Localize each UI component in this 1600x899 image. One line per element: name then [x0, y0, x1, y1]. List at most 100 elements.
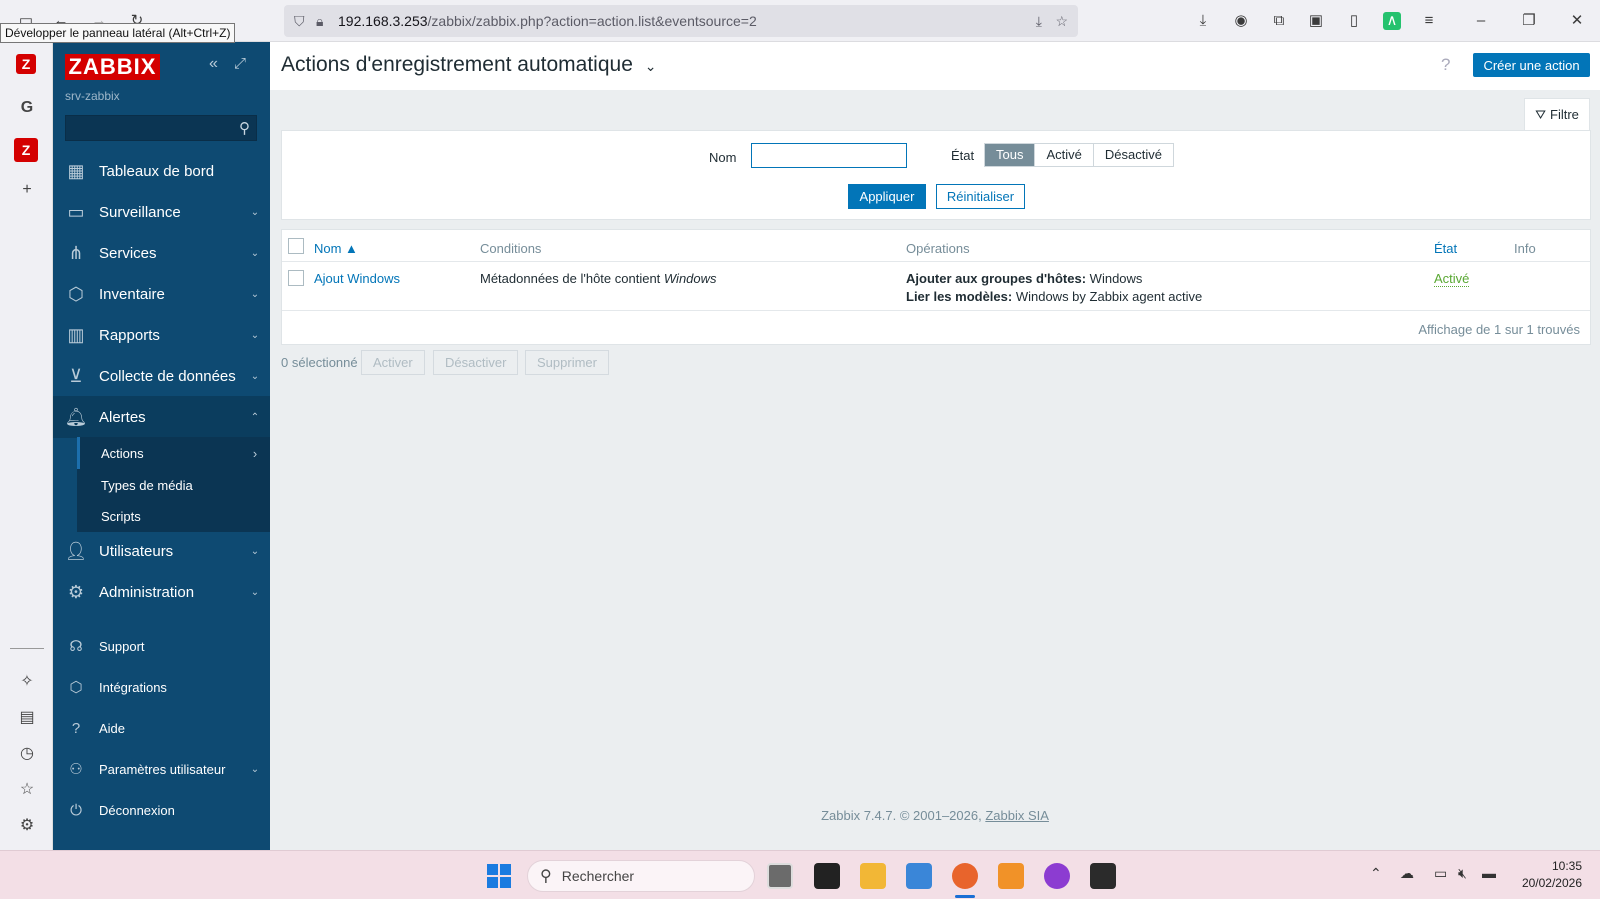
system-clock[interactable]: 10:35 20/02/2026 — [1522, 858, 1582, 892]
nav-integrations[interactable]: ⬡ Intégrations — [53, 667, 270, 707]
help-icon[interactable]: ? — [1441, 55, 1450, 75]
downloads-icon[interactable]: ⤓ — [1194, 12, 1212, 30]
reset-button[interactable]: Réinitialiser — [936, 184, 1025, 209]
bookmarks-icon[interactable]: ☆ — [15, 778, 39, 802]
account-icon[interactable]: ◉ — [1232, 12, 1250, 30]
search-input[interactable]: ⚲ — [65, 115, 257, 141]
dashboard-icon: ▦ — [67, 160, 85, 181]
taskbar-search[interactable]: ⚲ Rechercher — [527, 860, 755, 892]
zabbix-logo[interactable]: ZABBIX — [65, 54, 160, 80]
delete-button[interactable]: Supprimer — [525, 350, 609, 375]
search-icon[interactable]: ⚲ — [239, 119, 250, 137]
address-bar[interactable]: ⛉ 🔒︎ 192.168.3.253 /zabbix/zabbix.php?ac… — [284, 5, 1078, 37]
powershell-icon[interactable] — [1090, 863, 1116, 889]
disable-button[interactable]: Désactiver — [433, 350, 519, 375]
taskbar: ⚲ Rechercher ⌃ ☁ ▭ 🔇︎ ▬ 10:35 20/02/2026 — [0, 850, 1600, 899]
tray-chevron-up-icon[interactable]: ⌃ — [1370, 865, 1382, 882]
collapse-icon[interactable]: « — [209, 55, 218, 73]
status-badge[interactable]: Activé — [1434, 271, 1470, 287]
windows-start-icon[interactable] — [486, 863, 512, 889]
condition-value: Windows — [663, 271, 717, 286]
zabbix-pinned-icon[interactable]: Z — [14, 138, 38, 162]
lock-icon: 🔒︎ — [316, 12, 324, 29]
volume-muted-icon[interactable]: 🔇︎ — [1458, 865, 1467, 882]
shield-icon: ⛉ — [294, 12, 305, 29]
footer: Zabbix 7.4.7. © 2001–2026, Zabbix SIA — [270, 808, 1600, 823]
nav-users[interactable]: 👤︎ Utilisateurs ⌄ — [53, 530, 270, 572]
footer-text: Zabbix 7.4.7. © 2001–2026, — [821, 808, 986, 823]
condition-cell: Métadonnées de l'hôte contient Windows — [480, 271, 717, 286]
column-header-state[interactable]: État — [1434, 241, 1457, 256]
row-checkbox[interactable] — [288, 270, 304, 286]
nav-logout[interactable]: ⏻ Déconnexion — [53, 790, 270, 830]
file-explorer-icon[interactable] — [860, 863, 886, 889]
addon-icon[interactable]: ∧ — [1383, 12, 1401, 30]
sub-nav-actions[interactable]: Actions › — [77, 437, 270, 469]
history-icon[interactable]: ◷ — [15, 742, 39, 766]
main-content: Actions d'enregistrement automatique ⌄ ?… — [270, 42, 1600, 850]
action-name-link[interactable]: Ajout Windows — [314, 271, 400, 286]
save-page-icon[interactable]: ⤓ — [1036, 13, 1042, 30]
browser-sidebar: Z G Z + ✧ ▤ ◷ ☆ ⚙ — [0, 42, 53, 850]
nav-label: Paramètres utilisateur — [99, 761, 226, 777]
menu-icon[interactable]: ≡ — [1420, 12, 1438, 30]
kiosk-icon[interactable]: ⤢ — [234, 55, 246, 72]
sub-nav-media-types[interactable]: Types de média — [77, 469, 270, 501]
vpn-app-icon[interactable] — [1044, 863, 1070, 889]
cloud-off-icon[interactable]: ☁ — [1400, 865, 1414, 882]
zabbix-tab-icon[interactable]: Z — [16, 54, 36, 74]
state-option-all[interactable]: Tous — [985, 144, 1036, 166]
chevron-down-icon: ⌄ — [250, 329, 260, 341]
filter-name-input[interactable] — [751, 143, 907, 168]
column-header-conditions: Conditions — [480, 241, 542, 256]
nav-alerts[interactable]: 🔔︎ Alertes ⌃ — [53, 396, 270, 438]
nav-services[interactable]: ⋔ Services ⌄ — [53, 232, 270, 274]
restore-icon[interactable]: ❐ — [1520, 12, 1538, 30]
nav-user-settings[interactable]: ⚇ Paramètres utilisateur ⌄ — [53, 749, 270, 789]
footer-link[interactable]: Zabbix SIA — [985, 808, 1049, 823]
nav-reports[interactable]: ▥ Rapports ⌄ — [53, 314, 270, 356]
nav-label: Utilisateurs — [99, 542, 174, 560]
nav-dashboards[interactable]: ▦ Tableaux de bord — [53, 150, 270, 192]
firefox-icon[interactable] — [952, 863, 978, 889]
close-icon[interactable]: ✕ — [1568, 12, 1586, 30]
minimize-icon[interactable]: – — [1472, 12, 1490, 30]
nav-support[interactable]: ☊ Support — [53, 626, 270, 666]
users-icon: 👤︎ — [64, 540, 88, 561]
page-title[interactable]: Actions d'enregistrement automatique ⌄ — [281, 53, 656, 77]
operation-value: Windows by Zabbix agent active — [1012, 289, 1203, 304]
settings-icon[interactable]: ⚙ — [15, 814, 39, 838]
extensions-icon[interactable]: ⧉ — [1270, 12, 1288, 30]
nav-data-collection[interactable]: ⊻ Collecte de données ⌄ — [53, 355, 270, 397]
nav-administration[interactable]: ⚙ Administration ⌄ — [53, 571, 270, 613]
grammar-icon[interactable]: G — [15, 96, 39, 120]
state-option-enabled[interactable]: Activé — [1035, 144, 1094, 166]
synced-tabs-icon[interactable]: ▤ — [15, 706, 39, 730]
column-header-name[interactable]: Nom ▲ — [314, 241, 358, 256]
display-icon[interactable]: ▭ — [1434, 865, 1447, 882]
nav-help[interactable]: ? Aide — [53, 708, 270, 748]
create-action-button[interactable]: Créer une action — [1473, 53, 1590, 77]
nav-monitoring[interactable]: ▭ Surveillance ⌄ — [53, 191, 270, 233]
services-icon: ⋔ — [68, 242, 84, 263]
ai-sparkle-icon[interactable]: ✧ — [15, 670, 39, 694]
nav-label: Intégrations — [99, 679, 167, 695]
task-view-icon[interactable] — [767, 863, 793, 889]
rail-divider — [10, 648, 44, 649]
bookmark-star-icon[interactable]: ☆ — [1055, 13, 1068, 30]
filter-tab[interactable]: ⛛ Filtre — [1524, 98, 1590, 130]
apply-button[interactable]: Appliquer — [848, 184, 926, 209]
sub-nav-scripts[interactable]: Scripts — [77, 500, 270, 532]
actions-table: Nom ▲ Conditions Opérations État Info Aj… — [281, 229, 1591, 345]
nav-inventory[interactable]: ⬡ Inventaire ⌄ — [53, 273, 270, 315]
containers-icon[interactable]: ▣ — [1307, 12, 1325, 30]
add-icon[interactable]: + — [15, 178, 39, 202]
terminal-icon[interactable] — [814, 863, 840, 889]
state-option-disabled[interactable]: Désactivé — [1094, 144, 1173, 166]
battery-icon[interactable]: ▬ — [1482, 865, 1496, 881]
remote-desktop-icon[interactable] — [906, 863, 932, 889]
select-all-checkbox[interactable] — [288, 238, 304, 254]
enable-button[interactable]: Activer — [361, 350, 425, 375]
network-app-icon[interactable] — [998, 863, 1024, 889]
sidebar-panel-icon[interactable]: ▯ — [1345, 12, 1363, 30]
